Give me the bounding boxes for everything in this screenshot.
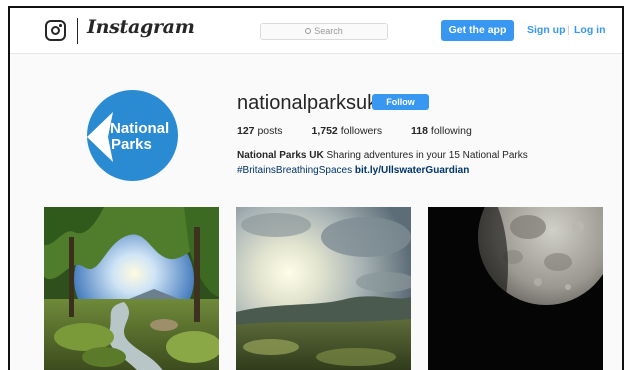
log-in-link[interactable]: Log in — [574, 24, 606, 36]
posts-stat: 127 posts — [237, 125, 283, 137]
profile-stats: 127 posts 1,752 followers 118 following — [237, 125, 498, 137]
woodland-stream-photo — [44, 207, 219, 370]
bio-full-name: National Parks UK — [237, 150, 324, 161]
post-thumbnail-3[interactable] — [428, 207, 603, 370]
instagram-logo-icon[interactable] — [45, 20, 66, 41]
following-count: 118 — [411, 125, 428, 137]
following-label: following — [430, 125, 472, 137]
search-icon — [305, 28, 312, 34]
bio-website-link[interactable]: bit.ly/UllswaterGuardian — [355, 165, 469, 176]
avatar-text-national: National — [110, 120, 170, 137]
bio-hashtag-link[interactable]: #BritainsBreathingSpaces — [237, 165, 352, 176]
sign-up-link[interactable]: Sign up — [527, 24, 566, 36]
nav-link-separator: | — [567, 24, 570, 36]
posts-count: 127 — [237, 125, 255, 137]
browser-frame: Instagram Search Get the app Sign up | L… — [8, 6, 624, 370]
camera-flash-icon — [59, 24, 62, 27]
followers-stat[interactable]: 1,752 followers — [311, 125, 382, 137]
bio-line-2: #BritainsBreathingSpaces bit.ly/Ullswate… — [237, 165, 469, 176]
followers-count: 1,752 — [311, 125, 338, 137]
bio-text: Sharing adventures in your 15 National P… — [323, 150, 528, 161]
sunlit-moorland-photo — [236, 207, 411, 370]
moon-photo — [428, 207, 603, 370]
follow-button[interactable]: Follow — [372, 94, 429, 110]
followers-label: followers — [340, 125, 383, 137]
avatar-text-parks: Parks — [111, 136, 152, 153]
posts-label: posts — [257, 125, 283, 137]
get-the-app-button[interactable]: Get the app — [441, 20, 514, 41]
profile-username: nationalparksuk — [237, 92, 378, 114]
search-input[interactable]: Search — [260, 23, 388, 40]
nav-divider — [77, 18, 78, 44]
instagram-wordmark[interactable]: Instagram — [87, 16, 195, 38]
top-navigation-bar: Instagram Search Get the app Sign up | L… — [10, 8, 622, 54]
search-placeholder: Search — [314, 26, 343, 36]
post-thumbnail-2[interactable] — [236, 207, 411, 370]
profile-avatar[interactable]: National Parks — [87, 90, 178, 181]
camera-lens-icon — [50, 25, 60, 35]
following-stat[interactable]: 118 following — [411, 125, 472, 137]
bio-line-1: National Parks UK Sharing adventures in … — [237, 150, 528, 161]
post-thumbnail-1[interactable] — [44, 207, 219, 370]
